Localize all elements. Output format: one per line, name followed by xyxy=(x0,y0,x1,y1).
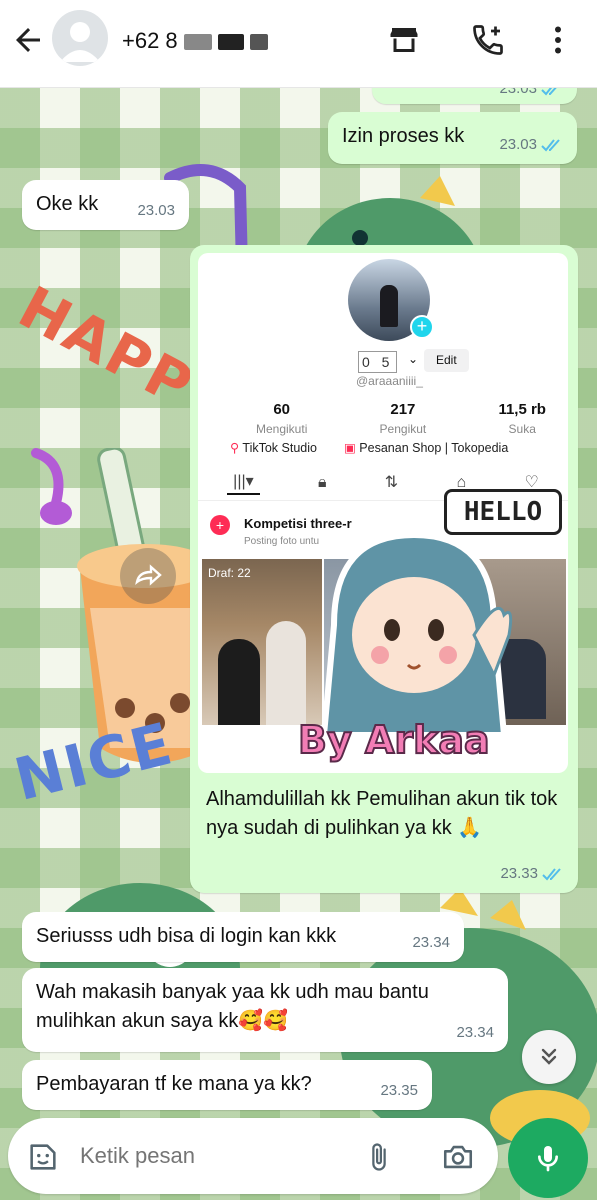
message-text: Izin proses kk xyxy=(342,125,465,147)
message-text: Wah makasih banyak yaa kk udh mau bantu … xyxy=(36,981,429,1032)
redacted-mark xyxy=(249,34,268,51)
message-text: Seriusss udh bisa di login kan kkk xyxy=(36,925,337,947)
stat-followers: 217 Pengikut xyxy=(379,401,427,436)
add-plus-icon: + xyxy=(410,315,434,339)
emoji-sticker-icon[interactable] xyxy=(26,1140,60,1174)
chevron-down-icon: ⌄ xyxy=(408,352,419,366)
tiktok-studio-link: ⚲ TikTok Studio xyxy=(230,441,317,455)
promo-plus-icon: + xyxy=(210,515,230,535)
message-text: Pembayaran tf ke mana ya kk? xyxy=(36,1073,312,1095)
message-time: 23.35 xyxy=(380,1082,418,1100)
message-bubble-incoming[interactable]: Pembayaran tf ke mana ya kk? 23.35 xyxy=(22,1060,432,1110)
profile-stats: 60 Mengikuti 217 Pengikut 11,5 rb Suka xyxy=(256,399,546,438)
repost-tab-icon: ⇅ xyxy=(384,473,399,491)
message-bubble-outgoing-media[interactable]: + 0 5 ⌄ Edit @araaaniiii_ 60 Mengikuti 21… xyxy=(190,245,578,893)
grid-tab-icon: |||▾ xyxy=(227,470,260,496)
scroll-to-bottom-button[interactable] xyxy=(522,1030,576,1084)
redacted-mark xyxy=(183,34,212,51)
message-time: 23.33 xyxy=(500,863,564,885)
forward-icon xyxy=(135,564,162,586)
back-arrow-icon[interactable] xyxy=(10,22,46,58)
default-avatar-icon xyxy=(60,22,100,62)
chat-header: +62 8 xyxy=(0,0,597,88)
message-composer xyxy=(8,1118,498,1194)
hijab-character-sticker xyxy=(320,531,513,738)
attach-paperclip-icon[interactable] xyxy=(364,1140,394,1174)
edit-profile-button: Edit xyxy=(424,349,469,373)
contact-name[interactable]: +62 8 xyxy=(122,28,268,54)
shop-orders-link: ▣ Pesanan Shop | Tokopedia xyxy=(344,441,509,455)
double-check-icon xyxy=(542,868,561,881)
username: @araaaniiii_ xyxy=(356,374,423,388)
double-chevron-down-icon xyxy=(541,1048,557,1065)
more-vert-icon[interactable] xyxy=(540,22,576,58)
message-text: Alhamdulillah kk Pemulihan akun tik tok … xyxy=(206,788,558,839)
message-input[interactable] xyxy=(80,1136,350,1176)
redacted-mark xyxy=(217,34,244,51)
microphone-icon xyxy=(538,1146,558,1172)
stat-likes: 11,5 rb Suka xyxy=(498,401,546,436)
message-bubble-incoming[interactable]: Wah makasih banyak yaa kk udh mau bantu … xyxy=(22,968,508,1052)
voice-message-button[interactable] xyxy=(508,1118,588,1198)
message-time: 23.34 xyxy=(412,934,450,952)
message-text: Oke kk xyxy=(36,193,99,215)
order-icon: ▣ xyxy=(344,441,360,455)
contact-number-prefix: +62 8 xyxy=(122,28,178,53)
lock-tab-icon: 🔒︎ xyxy=(317,473,327,491)
forward-button[interactable] xyxy=(120,548,176,604)
message-time: 23.03 xyxy=(137,202,175,220)
double-check-icon xyxy=(541,139,560,152)
camera-icon[interactable] xyxy=(440,1140,476,1174)
stat-following: 60 Mengikuti xyxy=(256,401,308,436)
message-bubble-incoming[interactable]: Oke kk 23.03 xyxy=(22,180,189,230)
message-time: 23.03 xyxy=(499,134,563,156)
shared-screenshot-image[interactable]: + 0 5 ⌄ Edit @araaaniiii_ 60 Mengikuti 21… xyxy=(198,253,568,773)
message-bubble-outgoing[interactable]: Izin proses kk 23.03 xyxy=(328,112,577,164)
add-call-icon[interactable] xyxy=(470,22,506,58)
handle-boxes: 0 5 xyxy=(358,351,398,374)
avatar[interactable] xyxy=(52,10,108,66)
studio-icon: ⚲ xyxy=(230,441,243,455)
shop-icon[interactable] xyxy=(386,22,422,58)
by-arkaa-sticker-text: By Arkaa xyxy=(297,717,491,763)
message-bubble-incoming[interactable]: Seriusss udh bisa di login kan kkk 23.34 xyxy=(22,912,464,962)
message-time: 23.34 xyxy=(456,1024,494,1042)
